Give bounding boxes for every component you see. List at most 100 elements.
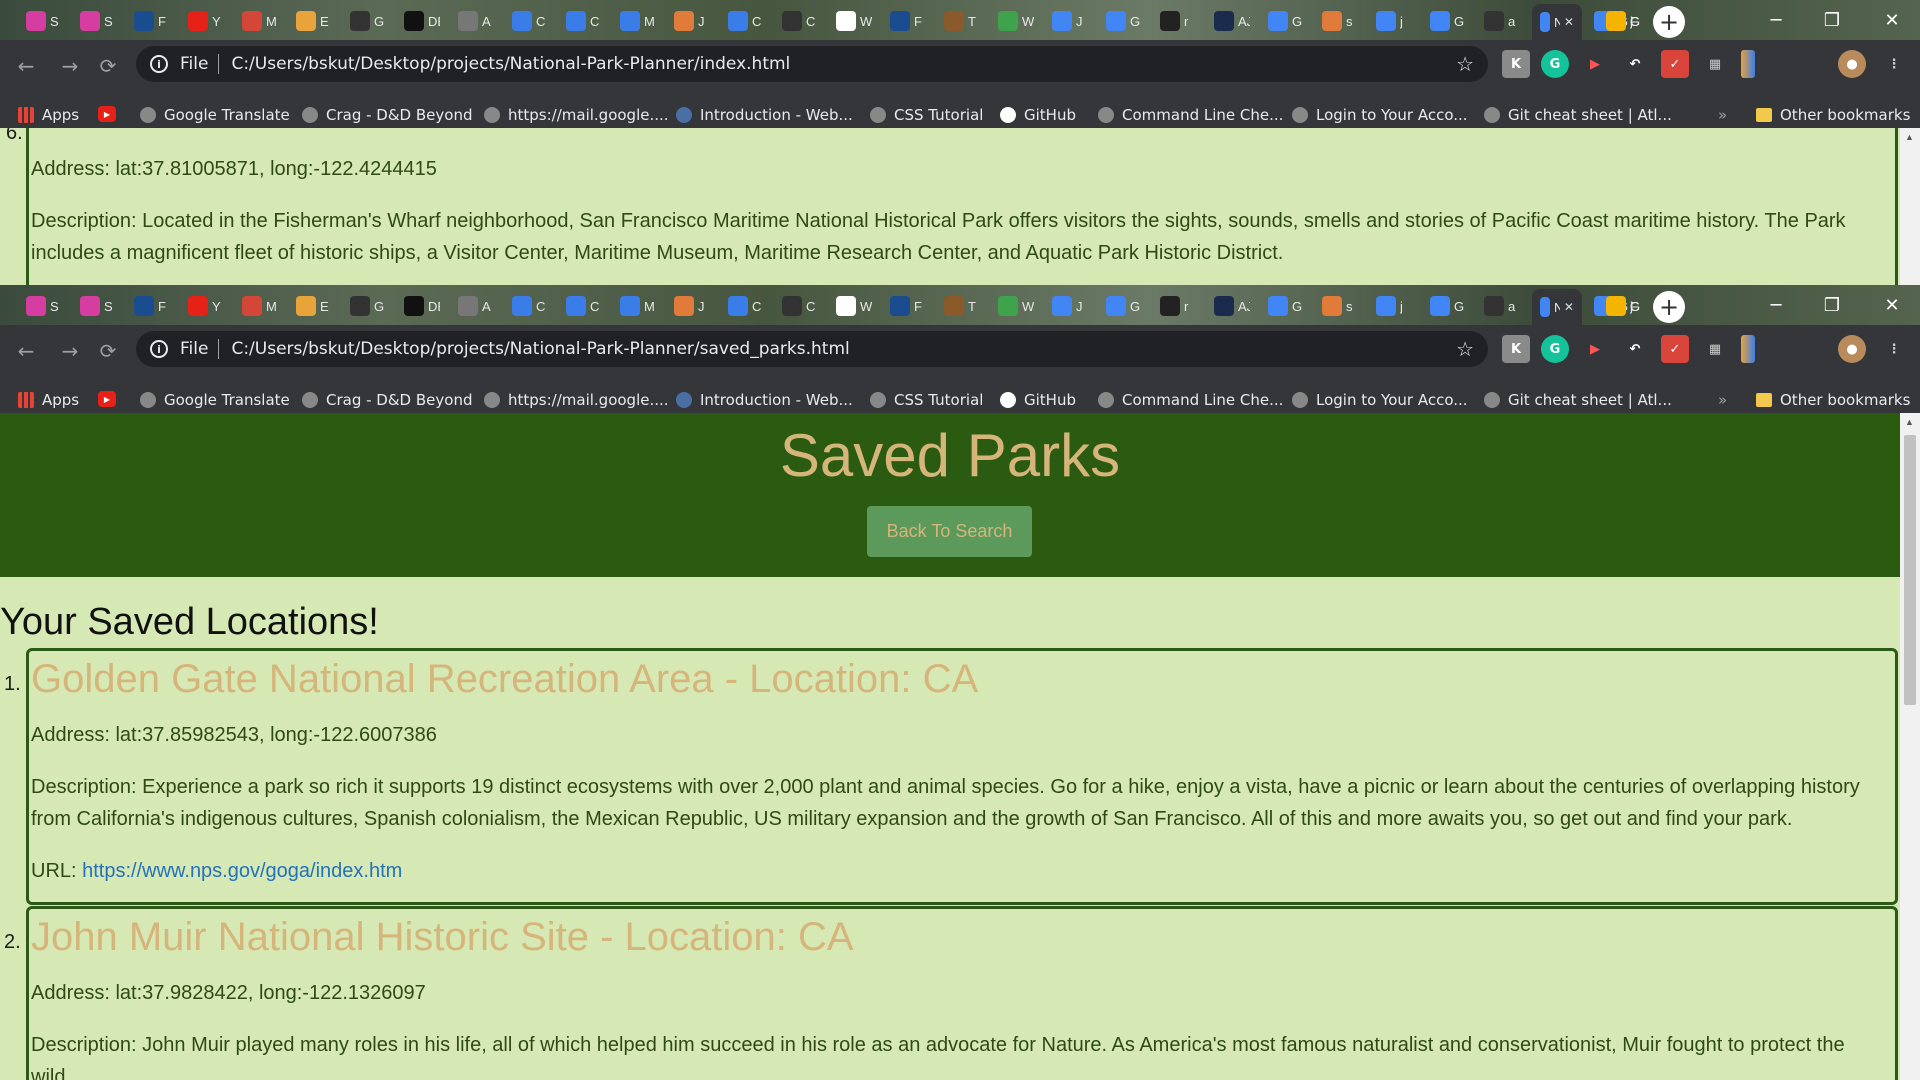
browser-tab[interactable]: A (452, 6, 494, 36)
browser-tab[interactable]: C (560, 291, 602, 321)
browser-tab[interactable]: E (290, 291, 332, 321)
restore-button[interactable]: ❐ (1804, 285, 1860, 325)
bookmark-item[interactable]: Command Line Che... (1098, 391, 1283, 409)
tab-active[interactable]: N ✕ (1532, 289, 1582, 325)
browser-tab[interactable]: a (1478, 6, 1520, 36)
browser-tab[interactable]: M (614, 291, 656, 321)
bookmark-item[interactable]: Command Line Che... (1098, 106, 1283, 124)
new-tab-button[interactable]: + (1653, 291, 1685, 323)
browser-tab[interactable]: W (830, 6, 872, 36)
back-arrow-icon[interactable]: ← (10, 50, 42, 82)
bookmark-item[interactable]: Apps (18, 106, 79, 124)
browser-tab[interactable]: F (884, 6, 926, 36)
bookmark-item[interactable]: Google Translate (140, 106, 290, 124)
bookmark-item[interactable]: CSS Tutorial (870, 391, 983, 409)
browser-tab[interactable]: C (776, 291, 818, 321)
browser-tab[interactable]: AJ (1208, 6, 1250, 36)
browser-tab[interactable]: G (344, 6, 386, 36)
browser-tab[interactable]: T (938, 291, 980, 321)
minimize-button[interactable]: ─ (1748, 0, 1804, 40)
reload-icon[interactable]: ⟳ (92, 50, 124, 82)
bookmark-item[interactable]: Crag - D&D Beyond (302, 391, 472, 409)
browser-tab[interactable]: C (776, 6, 818, 36)
url-text[interactable]: C:/Users/bskut/Desktop/projects/National… (231, 54, 790, 74)
new-tab-button[interactable]: + (1653, 6, 1685, 38)
bookmark-star-icon[interactable]: ☆ (1456, 52, 1474, 76)
bookmark-item[interactable]: GitHub (1000, 106, 1076, 124)
todo-extension-icon[interactable]: ✓ (1661, 335, 1689, 363)
browser-tab[interactable]: C (1600, 6, 1642, 36)
screencast-icon[interactable]: ▶ (1581, 335, 1609, 363)
close-tab-icon[interactable]: ✕ (1564, 15, 1574, 29)
browser-tab[interactable]: r (1154, 6, 1196, 36)
browser-tab[interactable]: Y (182, 291, 224, 321)
browser-tab[interactable]: G (1262, 291, 1304, 321)
info-icon[interactable]: i (150, 340, 168, 358)
browser-tab[interactable]: M (236, 291, 278, 321)
close-window-button[interactable]: ✕ (1864, 285, 1920, 325)
browser-tab[interactable]: J (1046, 6, 1088, 36)
browser-tab[interactable]: C (722, 6, 764, 36)
restore-button[interactable]: ❐ (1804, 0, 1860, 40)
browser-tab[interactable]: M (236, 6, 278, 36)
extension-icon[interactable]: K (1502, 50, 1530, 78)
browser-tab[interactable]: M (614, 6, 656, 36)
browser-tab[interactable]: AJ (1208, 291, 1250, 321)
url-text[interactable]: C:/Users/bskut/Desktop/projects/National… (231, 339, 849, 359)
browser-tab[interactable]: j (1370, 6, 1412, 36)
address-bar[interactable]: i File C:/Users/bskut/Desktop/projects/N… (136, 331, 1488, 367)
color-extension-icon[interactable] (1741, 50, 1755, 78)
info-icon[interactable]: i (150, 55, 168, 73)
browser-tab[interactable]: S (20, 291, 62, 321)
address-bar[interactable]: i File C:/Users/bskut/Desktop/projects/N… (136, 46, 1488, 82)
extension-hook-icon[interactable]: ↶ (1621, 50, 1649, 78)
bookmark-item[interactable]: Introduction - Web... (676, 391, 853, 409)
reader-extension-icon[interactable]: ▦ (1701, 50, 1729, 78)
browser-tab[interactable]: a (1478, 291, 1520, 321)
browser-tab[interactable]: W3 (992, 291, 1034, 321)
bookmark-item[interactable]: CSS Tutorial (870, 106, 983, 124)
minimize-button[interactable]: ─ (1748, 285, 1804, 325)
browser-tab[interactable]: r (1154, 291, 1196, 321)
bookmark-item[interactable]: ▶ (98, 106, 124, 122)
bookmark-item[interactable]: Google Translate (140, 391, 290, 409)
close-tab-icon[interactable]: ✕ (1564, 300, 1574, 314)
browser-tab[interactable]: W (830, 291, 872, 321)
browser-tab[interactable]: J (668, 6, 710, 36)
browser-tab[interactable]: G (1424, 6, 1466, 36)
park-url-link[interactable]: https://www.nps.gov/goga/index.htm (82, 860, 402, 882)
browser-tab[interactable]: s (1316, 291, 1358, 321)
scrollbar[interactable]: ▲ (1900, 128, 1920, 285)
browser-tab[interactable]: G (344, 291, 386, 321)
bookmark-item[interactable]: https://mail.google.... (484, 106, 669, 124)
browser-tab[interactable]: s (1316, 6, 1358, 36)
browser-tab[interactable]: S (20, 6, 62, 36)
extension-hook-icon[interactable]: ↶ (1621, 335, 1649, 363)
menu-dots-icon[interactable]: ⋮ (1880, 50, 1908, 78)
bookmark-item[interactable]: Crag - D&D Beyond (302, 106, 472, 124)
bookmark-item[interactable]: Git cheat sheet | Atl... (1484, 391, 1672, 409)
browser-tab[interactable]: G (1100, 6, 1142, 36)
extension-icon[interactable]: K (1502, 335, 1530, 363)
bookmark-item[interactable]: GitHub (1000, 391, 1076, 409)
profile-avatar[interactable]: ● (1838, 50, 1866, 78)
bookmark-item[interactable]: Introduction - Web... (676, 106, 853, 124)
browser-tab[interactable]: j (1370, 291, 1412, 321)
tab-active[interactable]: N ✕ (1532, 4, 1582, 40)
browser-tab[interactable]: T (938, 6, 980, 36)
browser-tab[interactable]: C (506, 6, 548, 36)
more-bookmarks-chevron-icon[interactable]: » (1718, 106, 1727, 124)
browser-tab[interactable]: C (560, 6, 602, 36)
browser-tab[interactable]: DEV (398, 6, 440, 36)
browser-tab[interactable]: F (128, 291, 170, 321)
browser-tab[interactable]: C (1600, 291, 1642, 321)
menu-dots-icon[interactable]: ⋮ (1880, 335, 1908, 363)
bookmark-item[interactable]: ▶ (98, 391, 124, 407)
back-arrow-icon[interactable]: ← (10, 335, 42, 367)
grammarly-icon[interactable]: G (1541, 50, 1569, 78)
browser-tab[interactable]: G (1262, 6, 1304, 36)
bookmark-item[interactable]: Login to Your Acco... (1292, 391, 1468, 409)
browser-tab[interactable]: G (1424, 291, 1466, 321)
browser-tab[interactable]: C (506, 291, 548, 321)
browser-tab[interactable]: DEV (398, 291, 440, 321)
